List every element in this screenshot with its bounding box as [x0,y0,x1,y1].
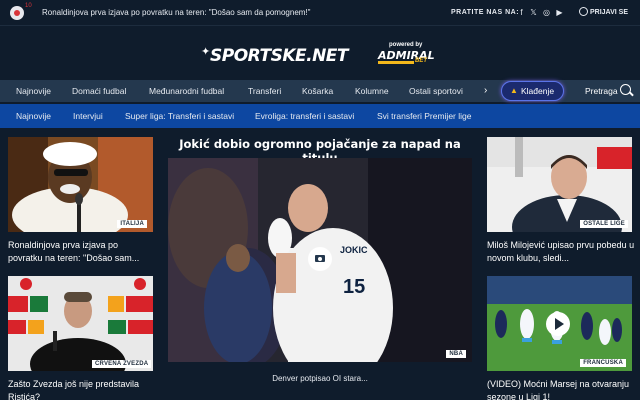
category-tag[interactable]: FRANCUSKA [580,359,626,367]
powered-by-label: powered by [389,42,423,48]
play-icon[interactable] [546,312,570,336]
subnav-item-premijer-liga[interactable]: Svi transferi Premijer lige [377,111,471,121]
facebook-icon[interactable]: f [517,8,526,17]
article-title[interactable]: (VIDEO) Moćni Marsej na otvaranju sezone… [487,378,635,400]
jersey-name: JOKIC [340,245,368,255]
news-ticker[interactable]: Ronaldinjova prva izjava po povratku na … [42,8,311,17]
live-icon[interactable] [10,6,24,20]
subnav-item-super-liga[interactable]: Super liga: Transferi i sastavi [125,111,234,121]
nav-item-medjunarodni-fudbal[interactable]: Međunarodni fudbal [149,86,224,96]
top-bar: 10 Ronaldinjova prva izjava po povratku … [0,0,640,26]
nav-more-chevron-icon[interactable]: › [484,85,487,96]
sponsor-sub: BET [415,58,427,64]
search-icon[interactable] [620,84,631,95]
nav-item-transferi[interactable]: Transferi [248,86,281,96]
category-tag[interactable]: CRVENA ZVEZDA [92,360,152,368]
article-title[interactable]: Miloš Milojević upisao prvu pobedu u nov… [487,239,635,265]
article-title[interactable]: Ronaldinjova prva izjava po povratku na … [8,239,153,265]
follow-label: PRATITE NAS NA: [451,9,520,16]
camera-icon [308,247,332,271]
article-image-ronaldinho[interactable]: ITALIJA [8,137,153,232]
instagram-icon[interactable]: ◎ [542,8,551,17]
nav-item-najnovije[interactable]: Najnovije [16,86,51,96]
ronaldinho-photo [8,137,153,232]
nav-item-ostali-sportovi[interactable]: Ostali sportovi [409,86,463,96]
category-tag[interactable]: OSTALE LIGE [580,220,628,228]
sponsor-underline [378,61,414,64]
nav-item-kolumne[interactable]: Kolumne [355,86,389,96]
betting-button[interactable]: ▲ Klađenje [501,81,564,101]
nav-item-domaci-fudbal[interactable]: Domaći fudbal [72,86,126,96]
category-tag[interactable]: NBA [446,350,466,358]
jersey-number: 15 [343,276,365,298]
site-logo[interactable]: SPORTSKE.NET [210,46,349,66]
subnav-item-evroliga[interactable]: Evroliga: transferi i sastavi [255,111,354,121]
press-conference-photo [8,276,153,371]
search-label[interactable]: Pretraga [585,86,618,96]
login-button[interactable]: PRIJAVI SE [590,9,628,16]
milojevic-photo [487,137,632,232]
article-image-milojevic[interactable]: OSTALE LIGE [487,137,632,232]
admiral-icon: ▲ [510,86,518,95]
sub-nav: Najnovije Intervjui Super liga: Transfer… [0,104,640,128]
youtube-icon[interactable]: ▶ [555,8,564,17]
betting-label: Klađenje [521,86,555,96]
live-dot [14,10,20,16]
featured-caption[interactable]: Denver potpisao OI stara... [168,374,472,383]
article-title[interactable]: Zašto Zvezda još nije predstavila Ristić… [8,378,158,400]
user-icon[interactable] [579,7,588,16]
live-count: 10 [25,3,32,9]
nav-item-kosarka[interactable]: Košarka [302,86,333,96]
article-image-ristic[interactable]: CRVENA ZVEZDA [8,276,153,371]
subnav-item-intervjui[interactable]: Intervjui [73,111,103,121]
category-tag[interactable]: ITALIJA [117,220,147,228]
x-icon[interactable]: 𝕏 [529,8,538,17]
logo-star-icon: ✦ [201,46,211,58]
subnav-item-najnovije[interactable]: Najnovije [16,111,51,121]
